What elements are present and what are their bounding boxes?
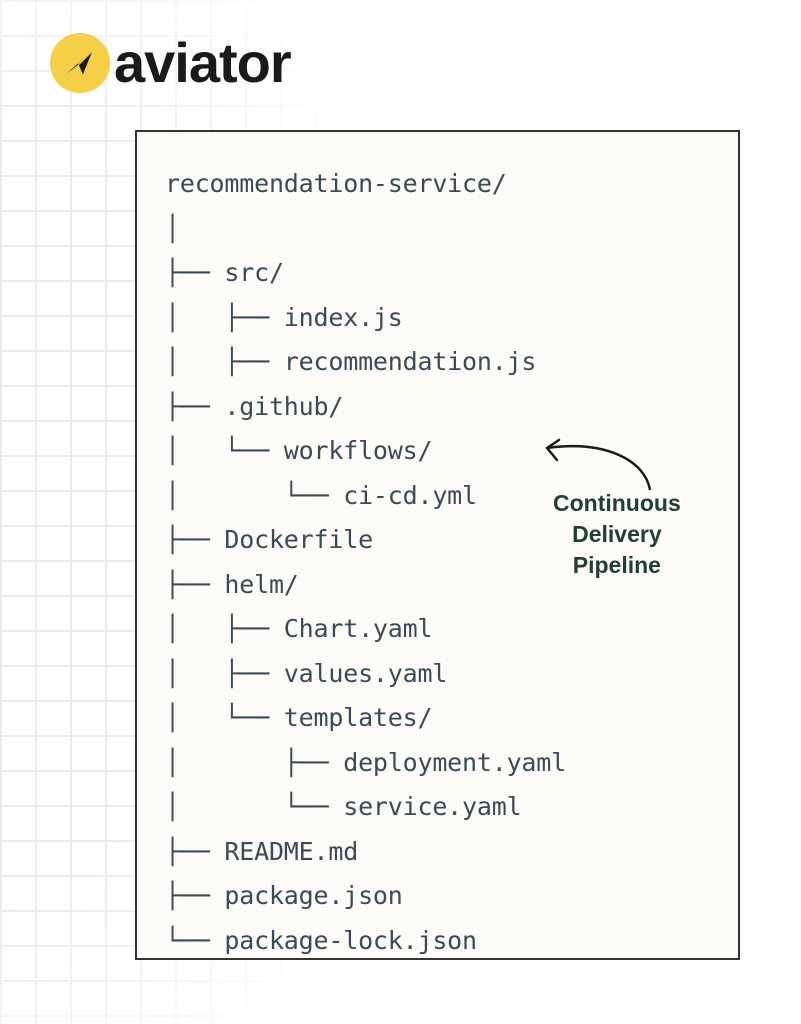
airplane-icon [63, 46, 97, 80]
annotation-line: Delivery [553, 519, 681, 550]
annotation-line: Pipeline [553, 550, 681, 581]
brand-logo: aviator [50, 30, 291, 95]
brand-name: aviator [114, 30, 291, 95]
annotation-line: Continuous [553, 488, 681, 519]
annotation-label: Continuous Delivery Pipeline [553, 488, 681, 581]
logo-badge-icon [50, 33, 110, 93]
